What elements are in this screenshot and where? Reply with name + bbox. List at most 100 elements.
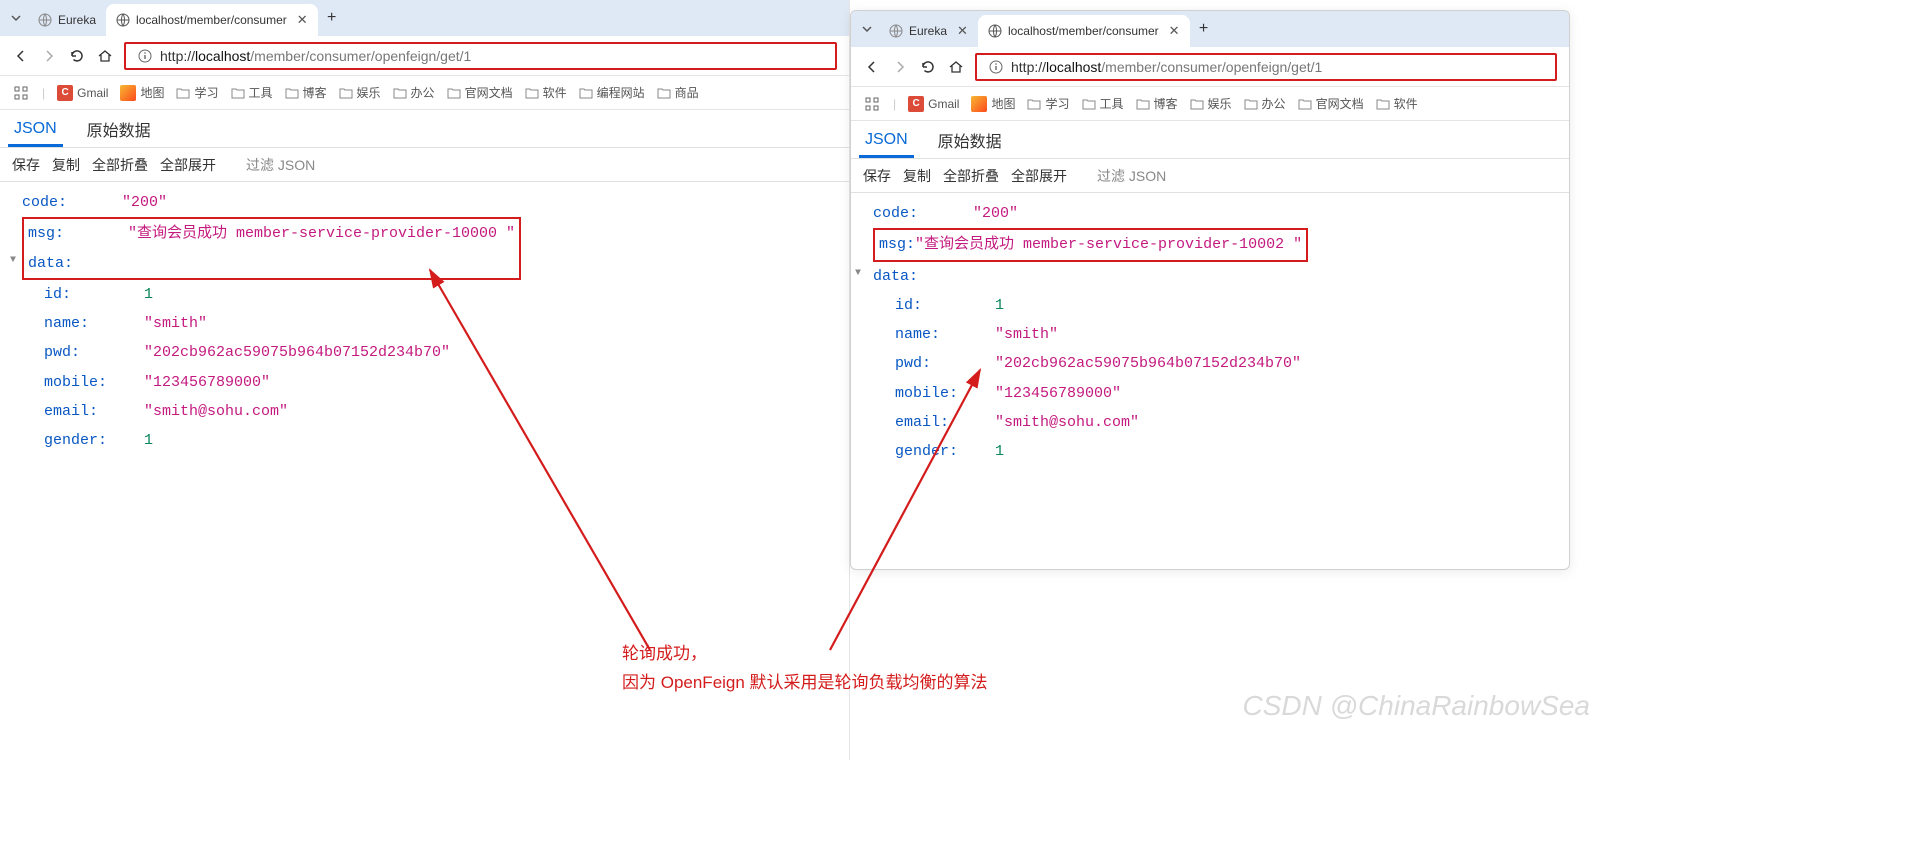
save-button[interactable]: 保存 xyxy=(12,155,40,175)
new-tab-button[interactable]: + xyxy=(318,9,346,27)
apps-icon[interactable] xyxy=(863,95,881,113)
bookmark-folder[interactable]: 娱乐 xyxy=(1190,95,1232,112)
json-key: msg xyxy=(28,219,128,248)
save-button[interactable]: 保存 xyxy=(863,166,891,186)
bookmark-folder[interactable]: 学习 xyxy=(176,84,218,101)
json-value: 1 xyxy=(144,280,153,309)
bookmark-map[interactable]: 地图 xyxy=(971,95,1015,112)
bookmark-folder[interactable]: 博客 xyxy=(285,84,327,101)
viewer-toolbar: 保存 复制 全部折叠 全部展开 过滤 JSON xyxy=(851,159,1569,193)
globe-icon xyxy=(988,24,1002,38)
bookmark-gmail[interactable]: CGmail xyxy=(57,85,108,101)
close-icon[interactable]: ✕ xyxy=(297,12,308,28)
close-icon[interactable]: ✕ xyxy=(1169,23,1180,39)
tab-list-chevron-icon[interactable] xyxy=(4,12,28,24)
bookmark-map[interactable]: 地图 xyxy=(120,84,164,101)
back-icon[interactable] xyxy=(863,58,881,76)
forward-icon[interactable] xyxy=(40,47,58,65)
tab-raw[interactable]: 原始数据 xyxy=(81,117,157,147)
expand-button[interactable]: 全部展开 xyxy=(1011,166,1067,186)
folder-icon xyxy=(1082,97,1096,111)
bookmark-folder[interactable]: 软件 xyxy=(525,84,567,101)
json-value: 1 xyxy=(995,291,1004,320)
tab-list-chevron-icon[interactable] xyxy=(855,23,879,35)
forward-icon[interactable] xyxy=(891,58,909,76)
bookmark-folder[interactable]: 娱乐 xyxy=(339,84,381,101)
json-value: "123456789000" xyxy=(144,368,270,397)
address-bar[interactable]: http://localhost/member/consumer/openfei… xyxy=(124,42,837,70)
folder-icon xyxy=(657,86,671,100)
reload-icon[interactable] xyxy=(919,58,937,76)
home-icon[interactable] xyxy=(947,58,965,76)
reload-icon[interactable] xyxy=(68,47,86,65)
bookmark-folder[interactable]: 办公 xyxy=(1244,95,1286,112)
bookmark-folder[interactable]: 软件 xyxy=(1376,95,1418,112)
folder-icon xyxy=(176,86,190,100)
bookmark-folder[interactable]: 官网文档 xyxy=(1298,95,1364,112)
home-icon[interactable] xyxy=(96,47,114,65)
tab-localhost[interactable]: localhost/member/consumer ✕ xyxy=(106,4,318,36)
close-icon[interactable]: ✕ xyxy=(957,23,968,39)
folder-icon xyxy=(1027,97,1041,111)
collapse-button[interactable]: 全部折叠 xyxy=(92,155,148,175)
bookmark-folder[interactable]: 博客 xyxy=(1136,95,1178,112)
tab-title: localhost/member/consumer xyxy=(136,13,287,27)
copy-button[interactable]: 复制 xyxy=(903,166,931,186)
json-key: mobile xyxy=(44,368,144,397)
tab-json[interactable]: JSON xyxy=(8,120,63,147)
tab-eureka[interactable]: Eureka xyxy=(28,4,106,36)
c-icon: C xyxy=(908,96,924,112)
info-icon[interactable] xyxy=(987,58,1005,76)
bookmark-folder[interactable]: 工具 xyxy=(1082,95,1124,112)
folder-icon xyxy=(1244,97,1258,111)
filter-input[interactable]: 过滤 JSON xyxy=(1097,166,1166,186)
collapse-button[interactable]: 全部折叠 xyxy=(943,166,999,186)
bookmark-folder[interactable]: 工具 xyxy=(231,84,273,101)
json-key[interactable]: data xyxy=(28,249,128,278)
bookmark-folder[interactable]: 办公 xyxy=(393,84,435,101)
tab-localhost[interactable]: localhost/member/consumer ✕ xyxy=(978,15,1190,47)
copy-button[interactable]: 复制 xyxy=(52,155,80,175)
globe-icon xyxy=(889,24,903,38)
json-key: id xyxy=(44,280,144,309)
json-value: "200" xyxy=(973,199,1018,228)
bookmark-gmail[interactable]: CGmail xyxy=(908,96,959,112)
json-value: "smith@sohu.com" xyxy=(995,408,1139,437)
tab-bar: Eureka ✕ localhost/member/consumer ✕ + xyxy=(851,11,1569,47)
viewer-tabs: JSON 原始数据 xyxy=(851,121,1569,159)
tab-json[interactable]: JSON xyxy=(859,131,914,158)
json-key[interactable]: data xyxy=(873,262,973,291)
bookmark-folder[interactable]: 商品 xyxy=(657,84,699,101)
json-body: code"200" msg"查询会员成功 member-service-prov… xyxy=(851,193,1569,478)
globe-icon xyxy=(38,13,52,27)
filter-input[interactable]: 过滤 JSON xyxy=(246,155,315,175)
json-key: name xyxy=(44,309,144,338)
tab-eureka[interactable]: Eureka ✕ xyxy=(879,15,978,47)
json-value: 1 xyxy=(995,437,1004,466)
folder-icon xyxy=(579,86,593,100)
bookmark-folder[interactable]: 编程网站 xyxy=(579,84,645,101)
url-text: http://localhost/member/consumer/openfei… xyxy=(1011,59,1545,75)
json-value: "202cb962ac59075b964b07152d234b70" xyxy=(144,338,450,367)
info-icon[interactable] xyxy=(136,47,154,65)
back-icon[interactable] xyxy=(12,47,30,65)
json-body: code"200" msg"查询会员成功 member-service-prov… xyxy=(0,182,849,467)
expand-button[interactable]: 全部展开 xyxy=(160,155,216,175)
json-key: msg xyxy=(879,236,915,253)
tab-raw[interactable]: 原始数据 xyxy=(932,128,1008,158)
bookmark-folder[interactable]: 学习 xyxy=(1027,95,1069,112)
bookmarks-bar: | CGmail 地图 学习 工具 博客 娱乐 办公 官网文档 软件 xyxy=(851,87,1569,121)
json-key: code xyxy=(873,199,973,228)
apps-icon[interactable] xyxy=(12,84,30,102)
json-value: "查询会员成功 member-service-provider-10002 " xyxy=(915,236,1302,253)
json-key: email xyxy=(44,397,144,426)
address-bar[interactable]: http://localhost/member/consumer/openfei… xyxy=(975,53,1557,81)
json-value: "smith" xyxy=(995,320,1058,349)
c-icon: C xyxy=(57,85,73,101)
msg-highlight-box: msg"查询会员成功 member-service-provider-10002… xyxy=(873,228,1308,261)
folder-icon xyxy=(1136,97,1150,111)
tab-title: Eureka xyxy=(909,24,947,38)
new-tab-button[interactable]: + xyxy=(1190,20,1218,38)
bookmark-folder[interactable]: 官网文档 xyxy=(447,84,513,101)
map-icon xyxy=(120,85,136,101)
